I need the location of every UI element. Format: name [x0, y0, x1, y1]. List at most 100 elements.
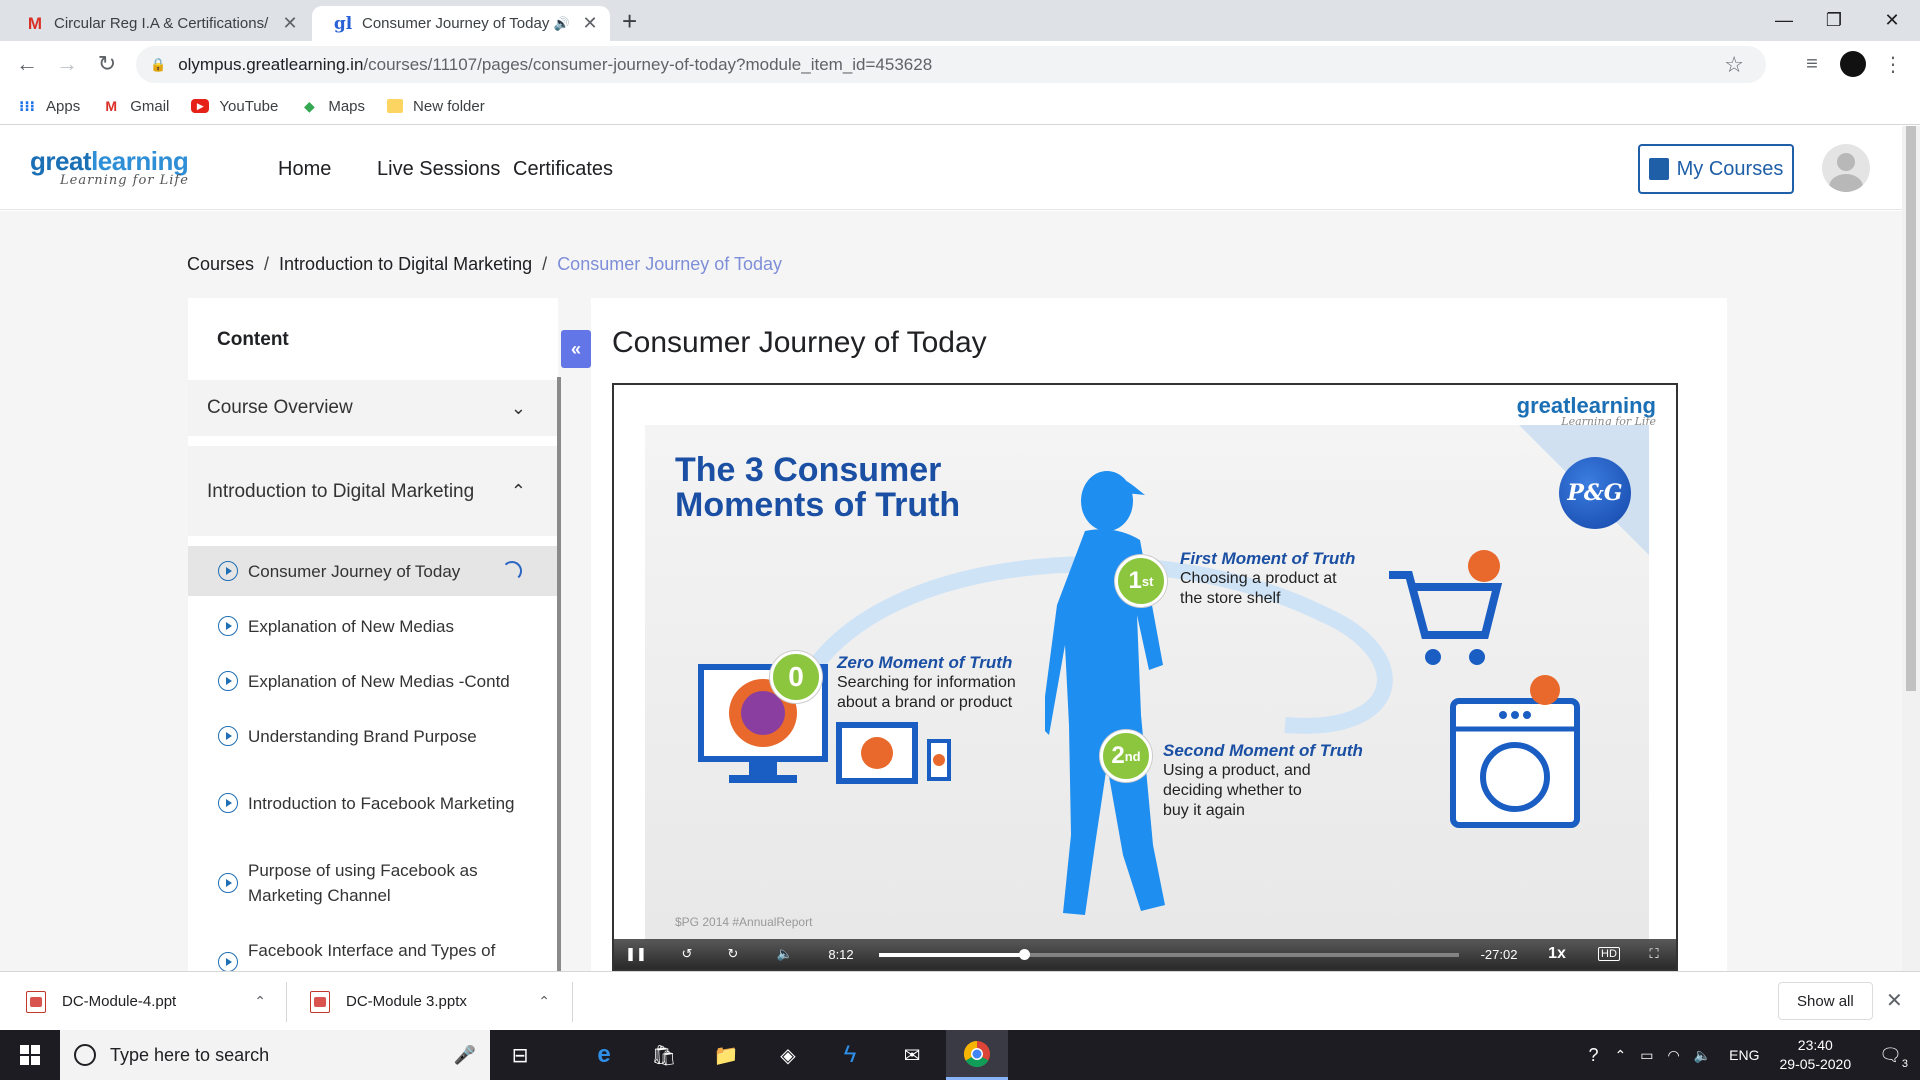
- notifications-icon[interactable]: 🗨 3: [1879, 1045, 1908, 1070]
- lesson-item[interactable]: Facebook Interface and Types of: [188, 928, 558, 971]
- lesson-item[interactable]: Explanation of New Medias -Contd: [188, 656, 558, 706]
- mail-icon[interactable]: ✉: [884, 1030, 940, 1080]
- close-downloads-icon[interactable]: ✕: [1886, 988, 1903, 1013]
- url-path: /courses/11107/pages/consumer-journey-of…: [363, 54, 933, 74]
- nav-live-sessions[interactable]: Live Sessions: [377, 158, 500, 181]
- bookmark-youtube[interactable]: ▶ YouTube: [191, 98, 278, 115]
- moment-heading: First Moment of Truth: [1180, 549, 1356, 568]
- breadcrumb-courses[interactable]: Courses: [187, 254, 254, 274]
- video-progress-bar[interactable]: [879, 949, 1459, 960]
- play-circle-icon: [218, 793, 238, 813]
- volume-icon[interactable]: 🔈: [774, 945, 796, 963]
- quality-hd-icon[interactable]: HD: [1598, 947, 1620, 961]
- volume-icon[interactable]: 🔈: [1694, 1047, 1711, 1064]
- pause-icon[interactable]: ❚❚: [625, 945, 647, 963]
- book-icon: [1648, 158, 1669, 180]
- bookmark-gmail[interactable]: M Gmail: [102, 97, 169, 115]
- browser-tab-active[interactable]: gl Consumer Journey of Today 🔊 ✕: [312, 6, 610, 41]
- bookmark-star-icon[interactable]: ☆: [1724, 52, 1744, 78]
- rewind-icon[interactable]: ↺: [676, 945, 698, 963]
- nav-certificates[interactable]: Certificates: [513, 158, 613, 181]
- gmail-icon: M: [105, 98, 118, 114]
- restore-window-button[interactable]: ❐: [1804, 4, 1864, 36]
- bookmark-new-folder[interactable]: New folder: [387, 98, 485, 115]
- video-progress-knob[interactable]: [1019, 949, 1030, 960]
- playback-speed-button[interactable]: 1x: [1544, 945, 1570, 963]
- breadcrumb-module[interactable]: Introduction to Digital Marketing: [279, 254, 532, 274]
- section-intro-digital-marketing[interactable]: Introduction to Digital Marketing ⌃: [188, 446, 558, 536]
- lesson-item[interactable]: Purpose of using Facebook as Marketing C…: [188, 848, 558, 918]
- sidebar-scrollbar[interactable]: [557, 377, 561, 971]
- notification-count: 3: [1901, 1057, 1908, 1070]
- chrome-menu-icon[interactable]: ⋮: [1878, 49, 1908, 79]
- page-scrollbar-thumb[interactable]: [1906, 126, 1916, 691]
- video-player[interactable]: greatlearning Learning for Life The 3 Co…: [612, 383, 1678, 971]
- chevron-up-icon[interactable]: ⌃: [254, 993, 266, 1010]
- audio-playing-icon[interactable]: 🔊: [554, 16, 570, 32]
- file-explorer-icon[interactable]: 📁: [698, 1030, 754, 1080]
- new-tab-button[interactable]: +: [622, 6, 637, 36]
- wifi-icon[interactable]: ◠: [1668, 1047, 1680, 1064]
- url-text[interactable]: olympus.greatlearning.in/courses/11107/p…: [178, 55, 932, 75]
- download-item[interactable]: DC-Module-4.ppt ⌃: [26, 972, 266, 1031]
- lesson-label: Facebook Interface and Types of: [248, 941, 496, 960]
- video-progress-fill: [879, 953, 1024, 957]
- profile-avatar[interactable]: [1838, 49, 1868, 79]
- fullscreen-icon[interactable]: ⛶: [1644, 945, 1664, 963]
- chevron-up-icon[interactable]: ⌃: [538, 993, 550, 1010]
- lesson-item[interactable]: Understanding Brand Purpose: [188, 711, 558, 761]
- moment-badge-second: 2nd: [1100, 730, 1152, 782]
- taskbar-clock[interactable]: 23:40 29-05-2020: [1780, 1036, 1852, 1074]
- task-view-icon[interactable]: ⊟: [492, 1030, 548, 1080]
- system-tray: ? ⌃ ▭ ◠ 🔈 ENG 23:40 29-05-2020 🗨 3: [1589, 1030, 1920, 1080]
- help-icon[interactable]: ?: [1589, 1045, 1599, 1066]
- close-window-button[interactable]: ✕: [1862, 4, 1920, 36]
- forward-icon[interactable]: ↻: [722, 945, 744, 963]
- close-tab-icon[interactable]: ✕: [578, 13, 602, 34]
- maps-icon: ◆: [303, 97, 315, 114]
- section-course-overview[interactable]: Course Overview ⌄: [188, 380, 558, 436]
- product-icon: [1530, 675, 1560, 705]
- browser-tab-gmail[interactable]: M Circular Reg I.A & Certifications/ ✕: [4, 6, 310, 41]
- address-bar[interactable]: 🔒 olympus.greatlearning.in/courses/11107…: [136, 46, 1766, 83]
- lesson-label: Explanation of New Medias -Contd: [248, 671, 510, 691]
- chevron-down-icon: ⌄: [510, 397, 526, 418]
- lesson-item[interactable]: Introduction to Facebook Marketing: [188, 768, 558, 838]
- chevron-up-icon[interactable]: ⌃: [1615, 1047, 1627, 1064]
- back-arrow-icon[interactable]: ←: [12, 49, 42, 79]
- dropbox-icon[interactable]: ◈: [760, 1030, 816, 1080]
- app-icon[interactable]: ϟ: [822, 1030, 878, 1080]
- taskbar-search-box[interactable]: Type here to search 🎤: [60, 1030, 490, 1080]
- lesson-item[interactable]: Explanation of New Medias: [188, 601, 558, 651]
- battery-icon[interactable]: ▭: [1640, 1047, 1653, 1064]
- user-avatar[interactable]: [1822, 144, 1870, 192]
- download-item[interactable]: DC-Module 3.pptx ⌃: [310, 972, 550, 1031]
- badge-number: 0: [788, 661, 804, 692]
- windows-start-button[interactable]: [0, 1030, 60, 1080]
- my-courses-button[interactable]: My Courses: [1638, 144, 1794, 194]
- lesson-item-active[interactable]: Consumer Journey of Today: [188, 546, 558, 596]
- chrome-taskbar-icon[interactable]: [946, 1030, 1008, 1080]
- bookmark-maps[interactable]: ◆ Maps: [300, 97, 365, 115]
- download-filename: DC-Module 3.pptx: [346, 993, 467, 1010]
- show-all-downloads-button[interactable]: Show all: [1778, 982, 1873, 1020]
- nav-home[interactable]: Home: [278, 158, 331, 181]
- media-queue-icon[interactable]: ≡: [1797, 49, 1827, 79]
- language-indicator[interactable]: ENG: [1729, 1047, 1759, 1063]
- edge-browser-icon[interactable]: e: [576, 1030, 632, 1080]
- forward-arrow-icon[interactable]: →: [52, 49, 82, 79]
- tab-title: Circular Reg I.A & Certifications/: [54, 15, 269, 32]
- reload-icon[interactable]: ↻: [92, 49, 122, 79]
- collapse-sidebar-button[interactable]: «: [561, 330, 591, 368]
- greatlearning-logo[interactable]: greatlearning Learning for Life: [30, 146, 189, 188]
- bookmark-apps[interactable]: ⁝⁝⁝ Apps: [18, 97, 80, 115]
- badge-suffix: st: [1141, 573, 1154, 589]
- close-tab-icon[interactable]: ✕: [278, 13, 302, 34]
- page-scrollbar[interactable]: [1902, 126, 1920, 971]
- store-icon[interactable]: 🛍: [636, 1030, 692, 1080]
- play-circle-icon: [218, 616, 238, 636]
- sidebar-title: Content: [217, 329, 289, 350]
- moment-first-text: First Moment of Truth Choosing a product…: [1180, 549, 1355, 609]
- microphone-icon[interactable]: 🎤: [454, 1045, 476, 1066]
- course-content-sidebar: Content Course Overview ⌄ Introduction t…: [188, 298, 558, 971]
